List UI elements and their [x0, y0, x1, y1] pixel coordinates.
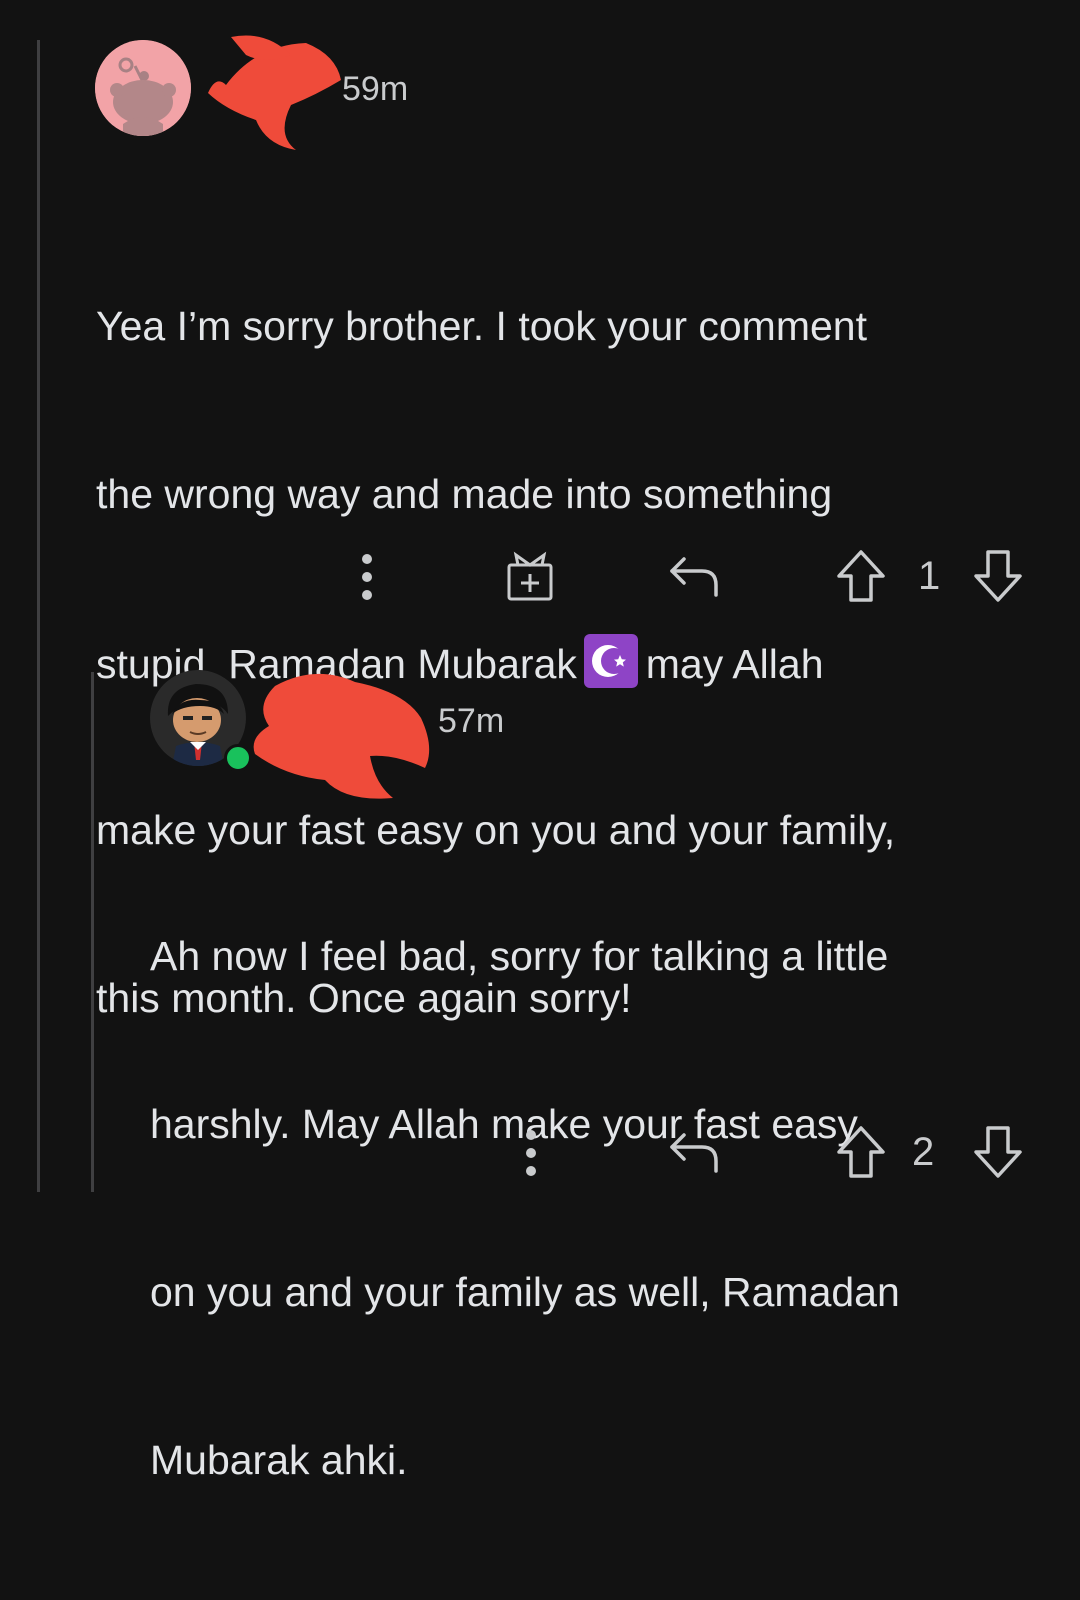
vote-count: 1: [918, 554, 941, 598]
more-options-icon[interactable]: [514, 1122, 548, 1182]
award-icon[interactable]: [500, 546, 560, 606]
timestamp: 59m: [342, 70, 409, 108]
comment-actions: 2: [0, 1122, 1080, 1182]
comment: 59m Yea I’m sorry brother. I took your c…: [0, 0, 1080, 1021]
snoo-avatar-icon: [95, 40, 191, 136]
upvote-icon[interactable]: [833, 546, 889, 606]
downvote-icon[interactable]: [970, 1122, 1026, 1182]
more-options-icon[interactable]: [350, 546, 384, 606]
comment-line: Ah now I feel bad, sorry for talking a l…: [150, 933, 889, 979]
downvote-icon[interactable]: [970, 546, 1026, 606]
timestamp: 57m: [438, 702, 505, 740]
upvote-icon[interactable]: [833, 1122, 889, 1182]
redacted-username: [253, 673, 430, 799]
vote-count: 2: [912, 1130, 935, 1174]
comment-body: Ah now I feel bad, sorry for talking a l…: [150, 816, 1050, 1600]
reply-comment: 57m Ah now I feel bad, sorry for talking…: [0, 640, 1080, 1483]
comment-actions: 1: [0, 546, 1080, 606]
avatar[interactable]: [95, 40, 191, 136]
redacted-username: [208, 35, 341, 150]
reply-icon[interactable]: [664, 546, 724, 606]
comment-line: on you and your family as well, Ramadan: [150, 1269, 900, 1315]
comment-line: Yea I’m sorry brother. I took your comme…: [96, 303, 867, 349]
comment-line: Mubarak ahki.: [150, 1437, 408, 1483]
comment-line: the wrong way and made into something: [96, 471, 833, 517]
reply-icon[interactable]: [664, 1122, 724, 1182]
